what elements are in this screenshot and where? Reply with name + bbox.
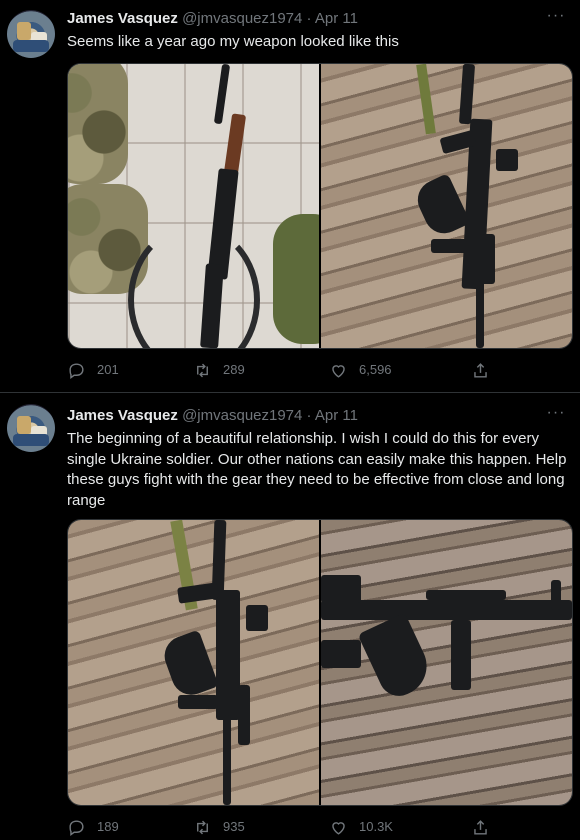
reply-icon <box>69 362 84 379</box>
reply-icon <box>69 819 84 836</box>
photo-2[interactable] <box>321 520 572 805</box>
photo-1[interactable] <box>68 520 319 805</box>
tweet-text: Seems like a year ago my weapon looked l… <box>67 33 399 50</box>
avatar[interactable] <box>7 10 55 58</box>
share-icon <box>474 362 487 378</box>
reply-count: 189 <box>97 819 119 834</box>
tweet-actions: 189 935 10.3K <box>67 817 571 837</box>
reply-button[interactable]: 201 <box>67 360 119 380</box>
like-count: 6,596 <box>359 362 392 377</box>
author-name[interactable]: James Vasquez <box>67 10 178 27</box>
retweet-count: 289 <box>223 362 245 377</box>
retweet-icon <box>197 363 208 377</box>
share-button[interactable] <box>471 817 501 837</box>
like-icon <box>332 821 345 835</box>
author-name[interactable]: James Vasquez <box>67 407 178 424</box>
author-meta[interactable]: @jmvasquez1974 · Apr 11 <box>182 407 358 424</box>
tweet-media[interactable] <box>67 519 573 806</box>
share-icon <box>474 819 487 835</box>
more-icon[interactable]: ··· <box>546 405 566 426</box>
like-count: 10.3K <box>359 819 393 834</box>
like-icon <box>332 364 345 378</box>
tweet-header: James Vasquez @jmvasquez1974 · Apr 11 <box>67 406 358 426</box>
retweet-button[interactable]: 289 <box>193 360 245 380</box>
tweet-actions: 201 289 6,596 <box>67 360 571 380</box>
reply-button[interactable]: 189 <box>67 817 119 837</box>
retweet-icon <box>197 820 208 834</box>
more-icon[interactable]: ··· <box>546 8 566 29</box>
share-button[interactable] <box>471 360 501 380</box>
tweet-text: The beginning of a beautiful relationshi… <box>67 430 567 509</box>
retweet-count: 935 <box>223 819 245 834</box>
tweet-media[interactable] <box>67 63 573 349</box>
tweet-1[interactable]: James Vasquez @jmvasquez1974 · Apr 11 ··… <box>0 0 580 392</box>
author-meta[interactable]: @jmvasquez1974 · Apr 11 <box>182 10 358 27</box>
tweet-header: James Vasquez @jmvasquez1974 · Apr 11 <box>67 9 358 29</box>
avatar[interactable] <box>7 404 55 452</box>
like-button[interactable]: 6,596 <box>329 360 392 380</box>
retweet-button[interactable]: 935 <box>193 817 245 837</box>
photo-2[interactable] <box>321 64 572 348</box>
photo-1[interactable] <box>68 64 319 348</box>
reply-count: 201 <box>97 362 119 377</box>
like-button[interactable]: 10.3K <box>329 817 393 837</box>
